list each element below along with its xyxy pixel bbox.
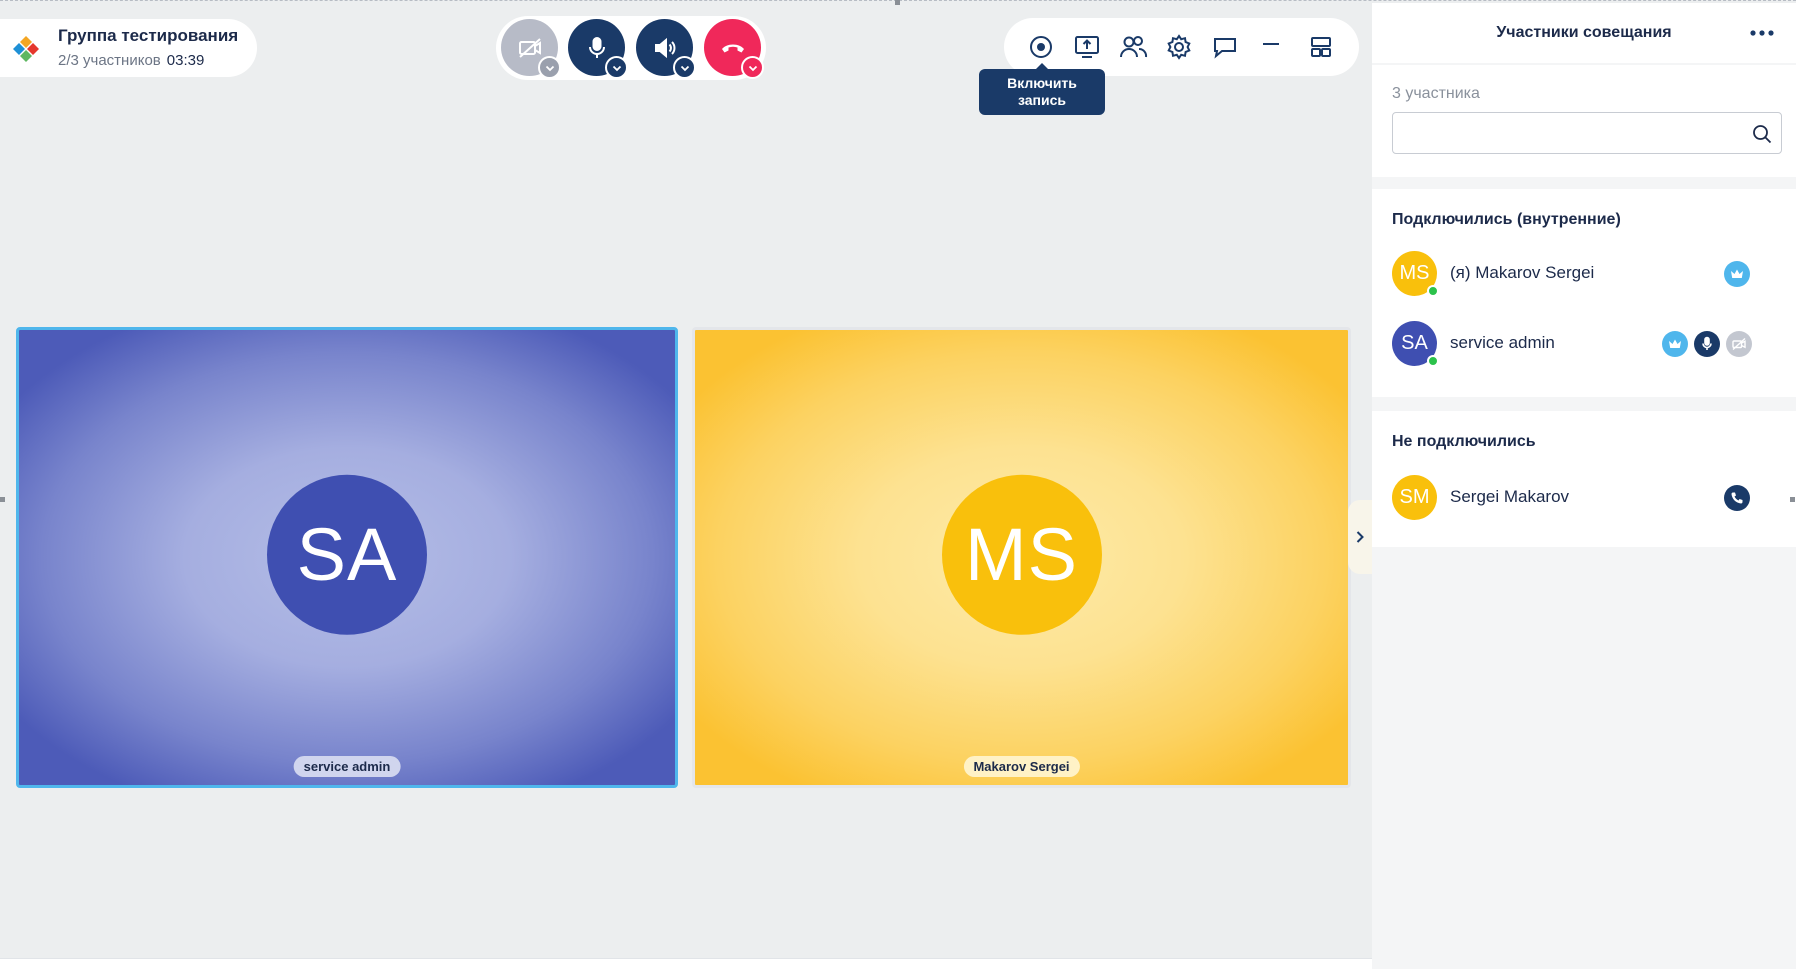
chat-icon: [1214, 38, 1236, 59]
chevron-down-icon: [545, 65, 554, 71]
chat-button[interactable]: [1208, 30, 1242, 64]
share-screen-button[interactable]: [1070, 30, 1104, 64]
camera-off-icon: [1732, 337, 1746, 351]
participants-button[interactable]: [1116, 30, 1150, 64]
speaker-icon: [654, 37, 675, 58]
microphone-icon: [1702, 336, 1712, 350]
record-tooltip: Включить запись: [979, 63, 1105, 115]
participants-icon: [1120, 36, 1148, 58]
avatar: SM: [1392, 475, 1437, 520]
chevron-down-icon: [680, 65, 689, 71]
layout-icon: [1311, 37, 1331, 57]
joined-section-title: Подключились (внутренние): [1392, 211, 1621, 228]
record-icon: [1030, 36, 1052, 58]
participant-name: (я) Makarov Sergei: [1450, 263, 1595, 282]
record-button[interactable]: [1024, 30, 1058, 64]
panel-header: Участники совещания: [1372, 3, 1796, 63]
chevron-down-icon: [612, 65, 621, 71]
tile-name-label: Makarov Sergei: [963, 756, 1080, 777]
window-resize-handle[interactable]: [0, 497, 5, 502]
tile-avatar: SA: [267, 474, 427, 635]
participant-name: service admin: [1450, 333, 1555, 352]
meeting-info: Группа тестирования 2/3 участников 03:39: [0, 19, 257, 77]
participant-row[interactable]: SM Sergei Makarov: [1372, 469, 1796, 525]
panel-search-section: 3 участника: [1372, 65, 1796, 177]
end-call-button[interactable]: [704, 19, 764, 79]
panel-title: Участники совещания: [1496, 24, 1672, 41]
participant-row[interactable]: MS (я) Makarov Sergei: [1372, 245, 1796, 301]
organizer-badge: [1662, 331, 1688, 357]
window-resize-handle[interactable]: [895, 0, 900, 5]
not-joined-section: Не подключились SM Sergei Makarov: [1372, 411, 1796, 547]
organizer-badge: [1724, 261, 1750, 287]
minimize-button[interactable]: [1254, 30, 1288, 64]
crown-icon: [1731, 269, 1743, 278]
more-options-icon[interactable]: [1748, 23, 1776, 43]
video-tile-service-admin[interactable]: SA service admin: [16, 327, 678, 788]
participant-camera-status[interactable]: [1726, 331, 1752, 357]
app-logo-icon: [13, 36, 39, 62]
participants-count-label: 3 участника: [1392, 85, 1480, 102]
camera-off-icon: [518, 37, 541, 58]
participant-row[interactable]: SA service admin: [1372, 315, 1796, 371]
hang-up-icon: [721, 44, 744, 52]
search-input[interactable]: [1403, 113, 1743, 151]
search-box[interactable]: [1392, 112, 1782, 154]
call-controls: [496, 16, 766, 80]
participants-panel: Участники совещания 3 участника Подключи…: [1372, 3, 1796, 969]
microphone-icon: [588, 36, 605, 58]
speaker-options-button[interactable]: [673, 56, 696, 79]
crown-icon: [1669, 339, 1681, 348]
chevron-down-icon: [748, 65, 757, 71]
share-screen-icon: [1075, 36, 1099, 58]
layout-button[interactable]: [1304, 30, 1338, 64]
microphone-options-button[interactable]: [605, 56, 628, 79]
camera-button[interactable]: [501, 19, 561, 79]
meeting-subtitle: 2/3 участников 03:39: [58, 50, 238, 72]
end-call-options-button[interactable]: [741, 56, 764, 79]
bottom-strip: [0, 958, 1372, 969]
microphone-button[interactable]: [568, 19, 628, 79]
camera-options-button[interactable]: [538, 56, 561, 79]
joined-section: Подключились (внутренние) MS (я) Makarov…: [1372, 189, 1796, 397]
participant-mic-status[interactable]: [1694, 331, 1720, 357]
meeting-toolbar: [1004, 18, 1359, 76]
participants-count: 2/3 участников: [58, 51, 161, 69]
tile-name-label: service admin: [293, 756, 401, 777]
online-indicator: [1427, 355, 1439, 367]
chevron-right-icon: [1356, 531, 1364, 543]
video-tile-makarov-sergei[interactable]: MS Makarov Sergei: [692, 327, 1351, 788]
meeting-title: Группа тестирования: [58, 25, 239, 45]
search-icon[interactable]: [1751, 123, 1773, 145]
minimize-icon: [1263, 43, 1279, 45]
collapse-panel-button[interactable]: [1348, 500, 1372, 574]
meeting-timer: 03:39: [166, 51, 205, 69]
not-joined-section-title: Не подключились: [1392, 433, 1536, 450]
settings-button[interactable]: [1162, 30, 1196, 64]
phone-icon: [1731, 492, 1743, 504]
speaker-button[interactable]: [636, 19, 696, 79]
gear-icon: [1167, 34, 1191, 60]
online-indicator: [1427, 285, 1439, 297]
tile-avatar: MS: [941, 474, 1102, 635]
call-participant-button[interactable]: [1724, 485, 1750, 511]
participant-name: Sergei Makarov: [1450, 487, 1570, 506]
panel-resize-handle[interactable]: [1790, 497, 1795, 502]
